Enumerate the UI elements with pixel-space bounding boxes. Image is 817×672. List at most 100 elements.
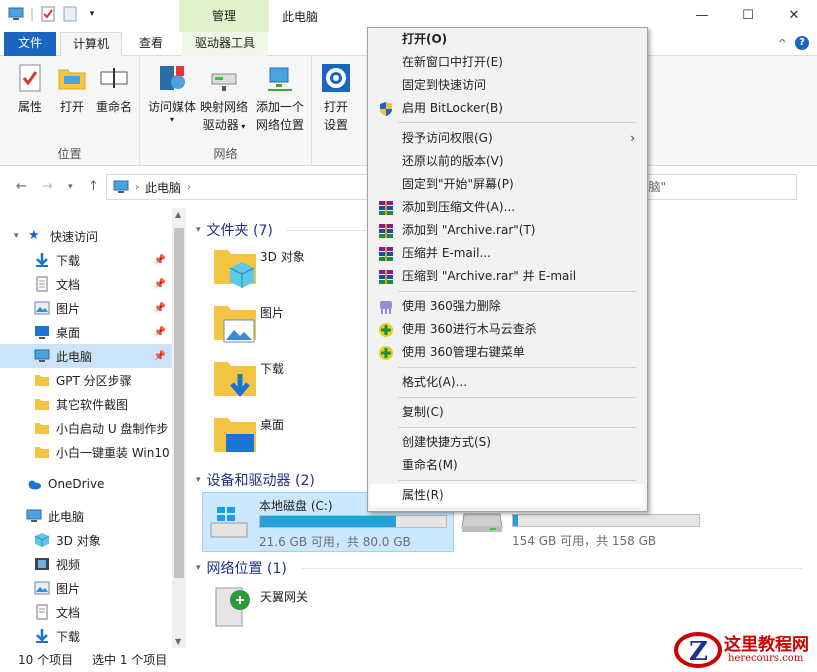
nav-pictures[interactable]: 图片 📌 xyxy=(0,296,172,320)
nav-folder-usb[interactable]: 小白启动 U 盘制作步 xyxy=(0,416,172,440)
properties-ribbon-button[interactable]: 属性 xyxy=(12,62,48,116)
pin-icon[interactable]: 📌 xyxy=(154,351,166,362)
folder-pictures[interactable]: 图片 xyxy=(212,300,372,354)
up-arrow-icon[interactable]: ↑ xyxy=(88,179,99,194)
nav-pictures-pc[interactable]: 图片 xyxy=(0,576,172,600)
location-group: 属性 打开 重命名 位置 xyxy=(0,56,140,166)
close-button[interactable]: ✕ xyxy=(771,0,817,30)
nav-quick-access[interactable]: ▾ ★ 快速访问 xyxy=(0,224,172,248)
menu-360-manage-menu[interactable]: 使用 360管理右键菜单 xyxy=(370,341,645,364)
nav-onedrive[interactable]: OneDrive xyxy=(0,472,172,496)
menu-add-archive[interactable]: 添加到压缩文件(A)... xyxy=(370,196,645,219)
360-security-icon xyxy=(379,346,393,360)
back-arrow-icon[interactable]: ← xyxy=(16,179,27,194)
nav-this-pc-quick[interactable]: 此电脑 📌 xyxy=(0,344,172,368)
open-settings-button[interactable]: 打开 设置 xyxy=(318,62,354,134)
nav-3d-objects[interactable]: 3D 对象 xyxy=(0,528,172,552)
menu-create-shortcut[interactable]: 创建快捷方式(S) xyxy=(370,431,645,454)
scrollbar-thumb[interactable] xyxy=(174,228,184,578)
nav-documents-pc[interactable]: 文档 xyxy=(0,600,172,624)
collapse-ribbon-icon[interactable]: ^ xyxy=(778,37,787,50)
section-title: 文件夹 (7) xyxy=(206,223,273,239)
minimize-button[interactable]: — xyxy=(679,0,725,30)
tab-computer[interactable]: 计算机 xyxy=(60,32,122,57)
properties-check-icon[interactable] xyxy=(40,6,56,22)
winrar-icon xyxy=(379,247,393,261)
qat-dropdown-icon[interactable]: ▾ xyxy=(84,6,100,22)
rename-ribbon-button[interactable]: 重命名 xyxy=(94,62,134,116)
menu-open[interactable]: 打开(O) xyxy=(370,28,645,51)
add-network-location-button[interactable]: 添加一个 网络位置 xyxy=(252,62,308,134)
nav-videos[interactable]: 视频 xyxy=(0,552,172,576)
tab-view[interactable]: 查看 xyxy=(128,32,174,56)
menu-separator xyxy=(398,397,636,398)
menu-pin-quick-access[interactable]: 固定到快速访问 xyxy=(370,74,645,97)
pin-icon[interactable]: 📌 xyxy=(154,327,166,338)
nav-folder-screenshots[interactable]: 其它软件截图 xyxy=(0,392,172,416)
folder-downloads[interactable]: 下载 xyxy=(212,356,372,410)
folders-section-header[interactable]: ▾ 文件夹 (7) xyxy=(196,220,273,240)
forward-arrow-icon[interactable]: → xyxy=(42,179,53,194)
map-network-drive-button[interactable]: 映射网络 驱动器 ▾ xyxy=(198,62,250,136)
nav-this-pc[interactable]: 此电脑 xyxy=(0,504,172,528)
nav-downloads[interactable]: 下载 📌 xyxy=(0,248,172,272)
menu-add-archive-rar[interactable]: 添加到 "Archive.rar"(T) xyxy=(370,219,645,242)
picture-folder-icon xyxy=(214,306,256,343)
folder-label: 桌面 xyxy=(260,418,285,432)
menu-format[interactable]: 格式化(A)... xyxy=(370,371,645,394)
menu-360-trojan-scan[interactable]: 使用 360进行木马云查杀 xyxy=(370,318,645,341)
menu-label: 使用 360强力删除 xyxy=(402,299,501,313)
pin-icon[interactable]: 📌 xyxy=(154,255,166,266)
computer-icon[interactable] xyxy=(8,6,24,22)
folder-3d-objects[interactable]: 3D 对象 xyxy=(212,244,372,298)
nav-documents[interactable]: 文档 📌 xyxy=(0,272,172,296)
watermark-url: herecours.com xyxy=(728,653,804,664)
menu-restore-versions[interactable]: 还原以前的版本(V) xyxy=(370,150,645,173)
network-item-gateway[interactable]: 天翼网关 xyxy=(212,584,372,638)
menu-bitlocker[interactable]: 启用 BitLocker(B) xyxy=(370,97,645,120)
recent-dropdown-icon[interactable]: ▾ xyxy=(68,182,73,192)
help-icon[interactable]: ? xyxy=(795,36,809,50)
nav-label: 快速访问 xyxy=(50,229,99,244)
menu-compress-email[interactable]: 压缩并 E-mail... xyxy=(370,242,645,265)
system-group: 打开 设置 xyxy=(312,56,368,166)
scroll-up-icon[interactable]: ▲ xyxy=(175,210,181,219)
nav-folder-win10[interactable]: 小白一键重装 Win10 xyxy=(0,440,172,464)
nav-desktop[interactable]: 桌面 📌 xyxy=(0,320,172,344)
maximize-button[interactable]: ☐ xyxy=(725,0,771,30)
folder-label: 天翼网关 xyxy=(260,590,309,604)
menu-label: 授予访问权限(G) xyxy=(402,131,493,145)
menu-pin-start[interactable]: 固定到"开始"屏幕(P) xyxy=(370,173,645,196)
menu-compress-rar-email[interactable]: 压缩到 "Archive.rar" 并 E-mail xyxy=(370,265,645,288)
folder-icon xyxy=(35,423,49,434)
pin-icon[interactable]: 📌 xyxy=(154,303,166,314)
devices-section-header[interactable]: ▾ 设备和驱动器 (2) xyxy=(196,470,315,490)
scroll-down-icon[interactable]: ▼ xyxy=(175,637,181,646)
nav-label: 小白一键重装 Win10 xyxy=(56,445,170,460)
menu-grant-access[interactable]: 授予访问权限(G) › xyxy=(370,127,645,150)
breadcrumb-chevron-icon[interactable]: › xyxy=(187,182,191,193)
nav-scrollbar[interactable]: ▲ ▼ xyxy=(172,208,186,648)
nav-label: 下载 xyxy=(56,253,81,268)
folder-desktop[interactable]: 桌面 xyxy=(212,412,372,466)
network-group-label: 网络 xyxy=(213,147,238,161)
menu-copy[interactable]: 复制(C) xyxy=(370,401,645,424)
menu-open-new-window[interactable]: 在新窗口中打开(E) xyxy=(370,51,645,74)
pin-icon[interactable]: 📌 xyxy=(154,279,166,290)
media-icon xyxy=(160,66,185,90)
tab-file[interactable]: 文件 xyxy=(4,32,56,56)
new-folder-icon[interactable] xyxy=(62,6,78,22)
windows-drive-icon xyxy=(210,507,248,538)
menu-properties[interactable]: 属性(R) xyxy=(370,484,645,507)
address-box[interactable]: › 此电脑 › xyxy=(106,174,376,200)
nav-downloads-pc[interactable]: 下载 xyxy=(0,624,172,648)
access-media-button[interactable]: 访问媒体 ▾ xyxy=(146,62,198,124)
watermark: Z 这里教程网 herecours.com xyxy=(672,628,817,672)
menu-rename[interactable]: 重命名(M) xyxy=(370,454,645,477)
breadcrumb-this-pc[interactable]: 此电脑 xyxy=(145,179,181,196)
open-ribbon-button[interactable]: 打开 xyxy=(54,62,90,116)
network-section-header[interactable]: ▾ 网络位置 (1) xyxy=(196,558,287,578)
nav-folder-gpt[interactable]: GPT 分区步骤 xyxy=(0,368,172,392)
menu-360-force-delete[interactable]: 使用 360强力删除 xyxy=(370,295,645,318)
menu-label: 使用 360进行木马云查杀 xyxy=(402,322,537,336)
